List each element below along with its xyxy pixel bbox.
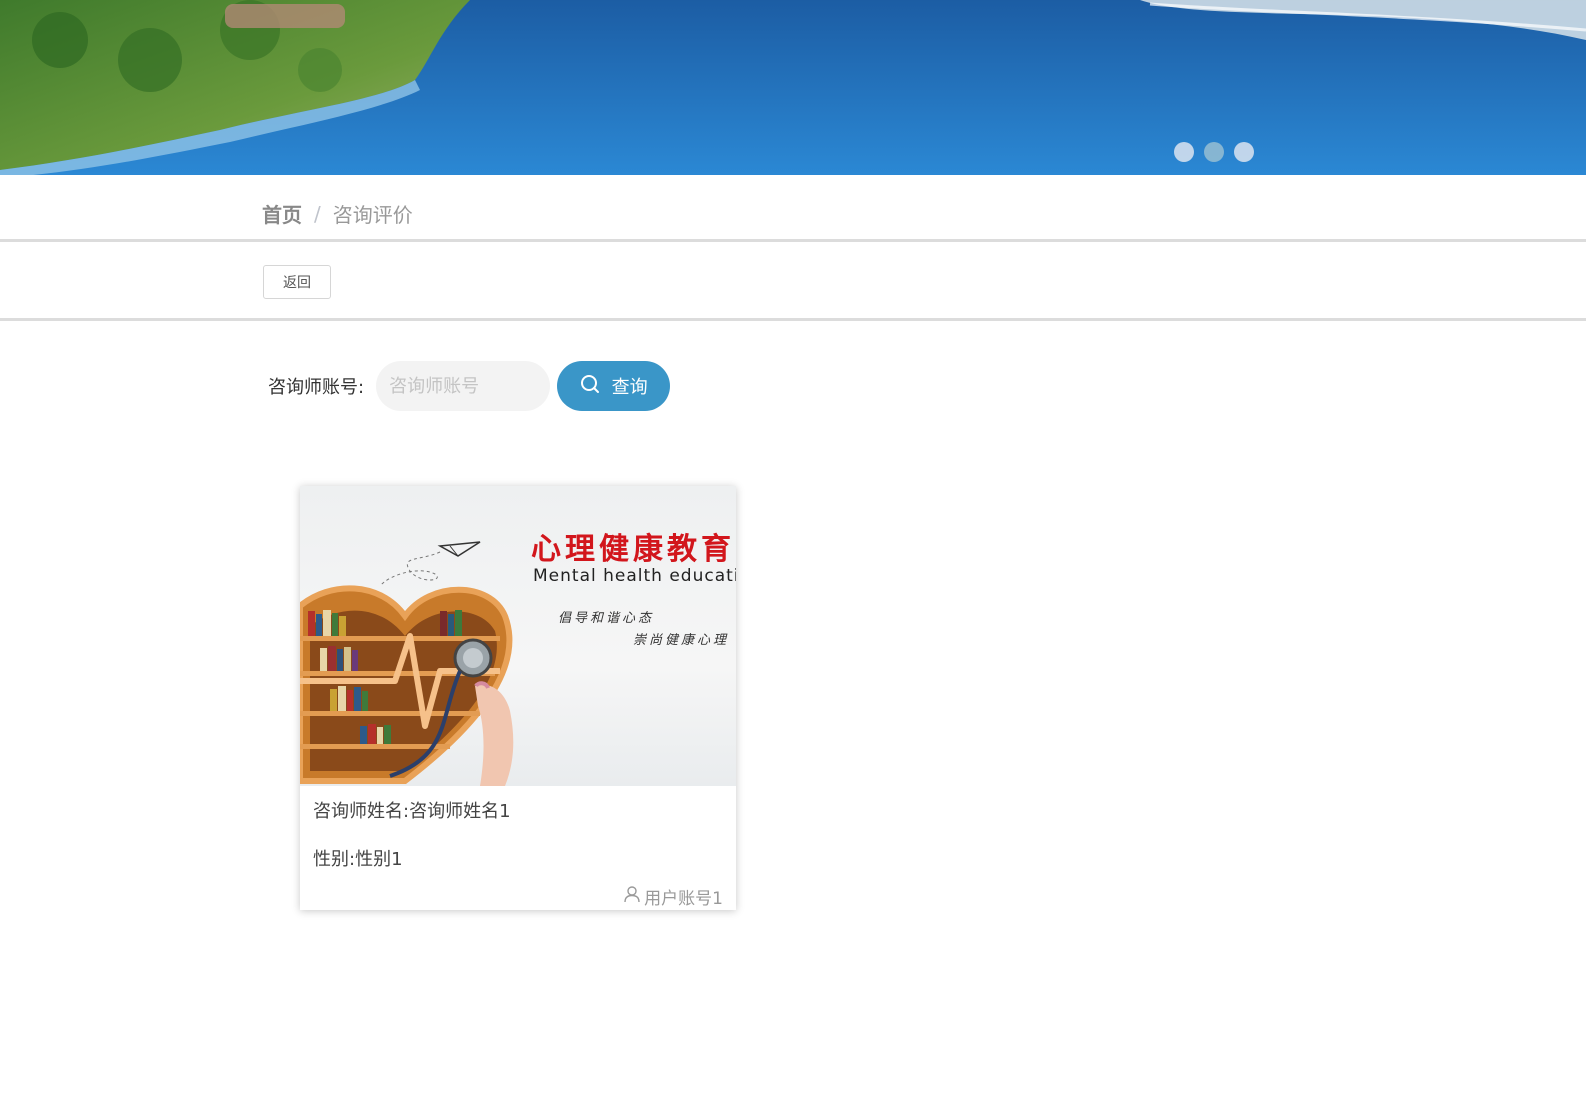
- search-button[interactable]: 查询: [557, 361, 671, 411]
- search-label: 咨询师账号:: [268, 377, 365, 398]
- card-user-info: 用户账号1: [623, 884, 723, 909]
- carousel-indicators: [1174, 142, 1254, 162]
- breadcrumb-separator: /: [314, 201, 321, 226]
- card-image: 心理健康教育 Mental health education 倡导和谐心态 崇尚…: [300, 486, 736, 786]
- carousel-dot-3[interactable]: [1234, 142, 1254, 162]
- breadcrumb-home-link[interactable]: 首页: [262, 199, 302, 228]
- consultant-account-input[interactable]: [376, 361, 551, 411]
- consultant-card[interactable]: 心理健康教育 Mental health education 倡导和谐心态 崇尚…: [300, 486, 736, 910]
- breadcrumb-bar: 首页 / 咨询评价: [0, 175, 1586, 242]
- search-form: 咨询师账号: 查询: [268, 361, 671, 411]
- banner-image: [0, 0, 1586, 175]
- search-icon: [580, 374, 600, 399]
- consultant-gender: 性别:性别1: [313, 849, 403, 870]
- carousel-dot-1[interactable]: [1174, 142, 1194, 162]
- breadcrumb: 首页 / 咨询评价: [262, 199, 413, 228]
- search-button-label: 查询: [611, 377, 648, 397]
- carousel-dot-2[interactable]: [1204, 142, 1224, 162]
- user-icon: [623, 885, 641, 908]
- image-slogan-1: 倡导和谐心态: [558, 611, 655, 626]
- image-slogan-2: 崇尚健康心理: [633, 633, 730, 648]
- image-title-en: Mental health education: [533, 566, 736, 586]
- image-title-cn: 心理健康教育: [531, 532, 735, 567]
- banner-carousel[interactable]: [0, 0, 1586, 175]
- back-button[interactable]: 返回: [263, 265, 331, 299]
- consultant-name: 咨询师姓名:咨询师姓名1: [313, 801, 511, 822]
- user-account: 用户账号1: [644, 889, 723, 909]
- breadcrumb-current: 咨询评价: [332, 203, 413, 227]
- toolbar: 返回: [0, 242, 1586, 321]
